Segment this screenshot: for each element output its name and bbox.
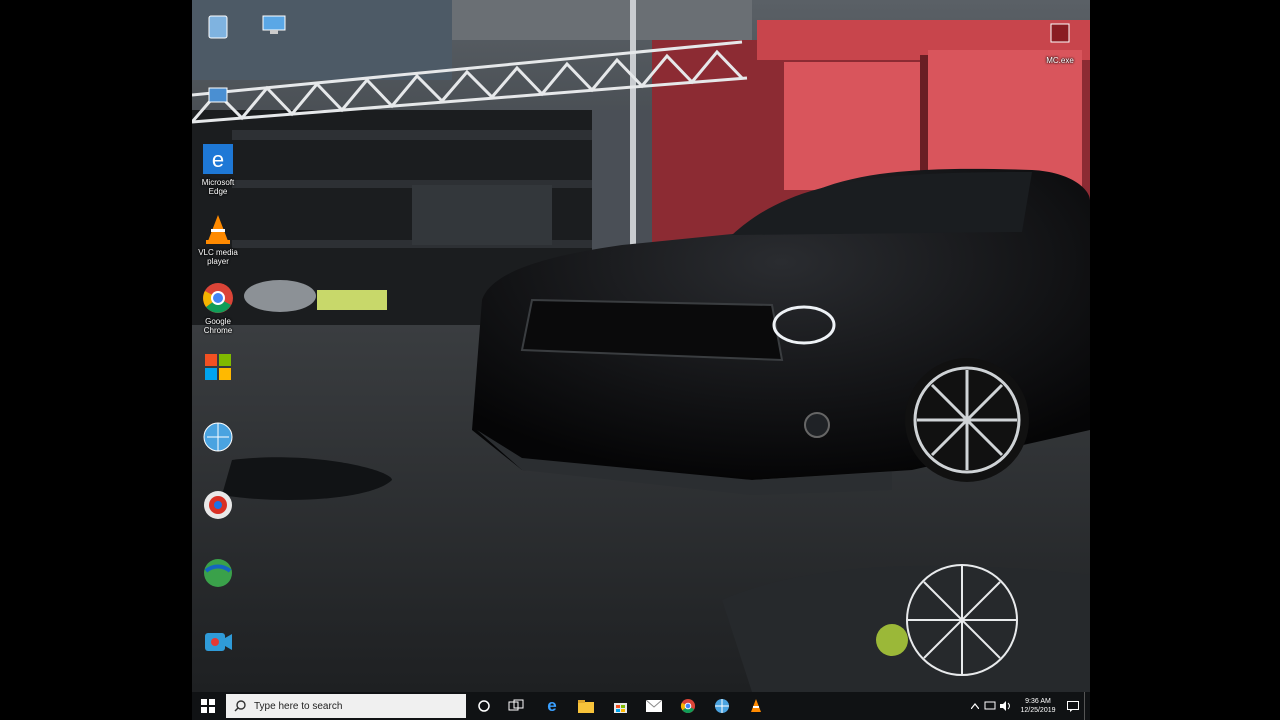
store-bag-icon [613,703,627,713]
office-apps-icon [205,354,231,380]
screen-recorder-icon [205,633,232,651]
desktop-icon-label: Google Chrome [203,317,233,335]
notification-icon [1067,700,1079,712]
chrome-icon [680,698,696,714]
start-button[interactable] [192,692,224,720]
folder-icon [578,699,594,713]
taskbar-store[interactable] [608,692,632,720]
network-icon [984,701,996,710]
tray-network-button[interactable] [982,692,998,720]
desktop-icon-label: VLC media player [198,248,238,266]
desktop-icon-app6[interactable] [192,488,244,524]
browser-icon [204,491,232,519]
taskbar-file-explorer[interactable] [574,692,598,720]
desktop-icon-edge[interactable]: e Microsoft Edge [192,142,244,196]
taskbar-search-box[interactable]: Type here to search [226,694,466,718]
globe-icon [715,699,729,713]
task-view-button[interactable] [504,692,528,720]
desktop-screen: e Microsoft Edge VLC media player Google… [192,0,1090,720]
taskbar-vlc[interactable] [744,692,768,720]
vlc-cone-icon [206,215,230,244]
desktop-icon-vlc[interactable]: VLC media player [192,212,244,266]
clock-date: 12/25/2019 [1020,707,1056,714]
taskbar: Type here to search e 9:36 AM 12/25/2019 [192,692,1090,720]
globe-icon [203,422,233,452]
desktop-icon-app5[interactable] [192,420,244,456]
desktop-icon-app4[interactable] [192,350,244,386]
taskbar-app-globe[interactable] [710,692,734,720]
volume-icon [1000,701,1010,711]
desktop-icon-network[interactable] [192,80,244,114]
tray-volume-button[interactable] [998,692,1014,720]
recycle-bin-icon [208,15,228,39]
vlc-cone-icon [751,699,761,712]
tray-overflow-button[interactable] [968,692,982,720]
search-icon [234,700,246,712]
desktop-icon-top-right[interactable]: MC.exe [1034,20,1086,65]
application-icon [1050,23,1070,43]
desktop-icon-app8[interactable] [192,625,244,661]
action-center-button[interactable] [1062,692,1084,720]
edge-icon: e [203,144,233,174]
search-placeholder: Type here to search [254,700,343,712]
task-view-icon [508,699,524,711]
cortana-button[interactable] [472,692,496,720]
desktop-icon-recycle-bin[interactable] [192,10,244,44]
taskbar-clock[interactable]: 9:36 AM 12/25/2019 [1014,697,1062,715]
desktop-icon-app7[interactable] [192,556,244,592]
clock-time: 9:36 AM [1025,698,1051,705]
desktop-wallpaper [192,0,1090,692]
download-manager-icon [204,559,232,587]
computer-icon [262,15,286,34]
chrome-icon [203,283,233,313]
edge-icon: e [547,696,557,715]
show-desktop-button[interactable] [1084,692,1090,720]
svg-text:e: e [212,147,224,172]
windows-logo-icon [201,699,215,713]
taskbar-edge[interactable]: e [540,692,564,720]
desktop-icon-chrome[interactable]: Google Chrome [192,281,244,335]
desktop-icon-label: Microsoft Edge [201,178,235,196]
desktop-icon-label: MC.exe [1046,56,1074,65]
taskbar-mail[interactable] [642,692,666,720]
system-tray: 9:36 AM 12/25/2019 [968,692,1090,720]
desktop-icon-folder[interactable] [248,8,300,42]
taskbar-chrome[interactable] [676,692,700,720]
chevron-up-icon [971,703,979,709]
network-icon [208,87,228,103]
cortana-circle-icon [478,700,490,712]
mail-icon [646,700,662,712]
